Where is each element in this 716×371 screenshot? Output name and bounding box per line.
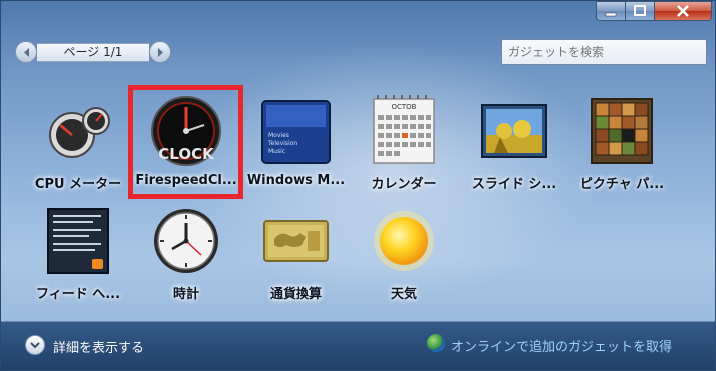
weather-icon (374, 211, 434, 271)
gadget-tile-calendar[interactable]: OCTOB カレンダー (349, 89, 459, 199)
gadget-tile-cpu-meter[interactable]: CPU メーター (23, 89, 133, 199)
svg-text:OCTOB: OCTOB (392, 103, 417, 111)
gadget-tile-firespeed-clock[interactable]: CLOCK FirespeedCl... (131, 89, 241, 199)
maximize-icon (634, 5, 646, 16)
gadget-label: FirespeedCl... (135, 173, 237, 188)
svg-text:CLOCK: CLOCK (158, 145, 215, 163)
windows-media-center-icon: Movies Television Music (261, 100, 331, 164)
chevron-down-icon (25, 335, 45, 355)
calendar-icon: OCTOB (373, 95, 435, 164)
gadget-tile-weather[interactable]: 天気 (349, 199, 459, 309)
get-more-gadgets-label: オンラインで追加のガジェットを取得 (451, 340, 673, 355)
picture-puzzle-icon (591, 98, 653, 164)
minimize-button[interactable] (596, 1, 626, 21)
close-button[interactable] (654, 1, 712, 21)
globe-icon (427, 334, 445, 352)
cpu-meter-icon (49, 107, 110, 158)
gadget-label: スライド シ... (471, 177, 557, 192)
gadget-label: 時計 (172, 287, 199, 302)
gadget-gallery-window: ページ 1/1 CPU メーター CLOCK (0, 0, 716, 371)
gadget-label: カレンダー (371, 177, 437, 192)
get-more-gadgets-online-link[interactable]: オンラインで追加のガジェットを取得 (427, 334, 697, 356)
gadget-label: 天気 (390, 287, 417, 302)
gadget-tile-currency[interactable]: 通貨換算 (241, 199, 351, 309)
close-icon (677, 5, 689, 17)
gadget-label: 通貨換算 (269, 287, 322, 302)
gadget-label: ピクチャ パ... (579, 177, 665, 192)
gadget-gallery: CPU メーター CLOCK FirespeedCl... Movies Tel… (1, 83, 715, 321)
clock-icon (154, 209, 218, 273)
minimize-icon (605, 12, 617, 17)
gadget-tile-feed-headlines[interactable]: フィード へ... (23, 199, 133, 309)
svg-text:Television: Television (267, 140, 297, 147)
gadget-label: フィード へ... (35, 287, 121, 302)
maximize-button[interactable] (625, 1, 655, 21)
page-indicator: ページ 1/1 (37, 43, 149, 62)
previous-page-button[interactable] (15, 41, 37, 63)
footer-bar: 詳細を表示する オンラインで追加のガジェットを取得 (1, 321, 715, 370)
chevron-left-icon (24, 48, 29, 57)
currency-icon (263, 220, 329, 262)
gadget-tile-clock[interactable]: 時計 (131, 199, 241, 309)
gadget-tile-windows-media-center[interactable]: Movies Television Music Windows M... (241, 89, 351, 199)
gadget-tile-picture-puzzle[interactable]: ピクチャ パ... (567, 89, 677, 199)
gadget-search-input[interactable] (501, 39, 707, 65)
feed-headlines-icon (47, 208, 109, 274)
gadget-tile-slide-show[interactable]: スライド シ... (459, 89, 569, 199)
svg-text:Music: Music (268, 148, 285, 155)
gadget-label: Windows M... (246, 173, 346, 188)
gadget-label: CPU メーター (34, 177, 122, 192)
firespeed-clock-icon: CLOCK (151, 96, 221, 166)
slide-show-icon (481, 104, 547, 158)
svg-text:Movies: Movies (268, 132, 289, 139)
chevron-right-icon (158, 48, 163, 57)
next-page-button[interactable] (149, 41, 171, 63)
show-details-label: 詳細を表示する (53, 341, 145, 356)
